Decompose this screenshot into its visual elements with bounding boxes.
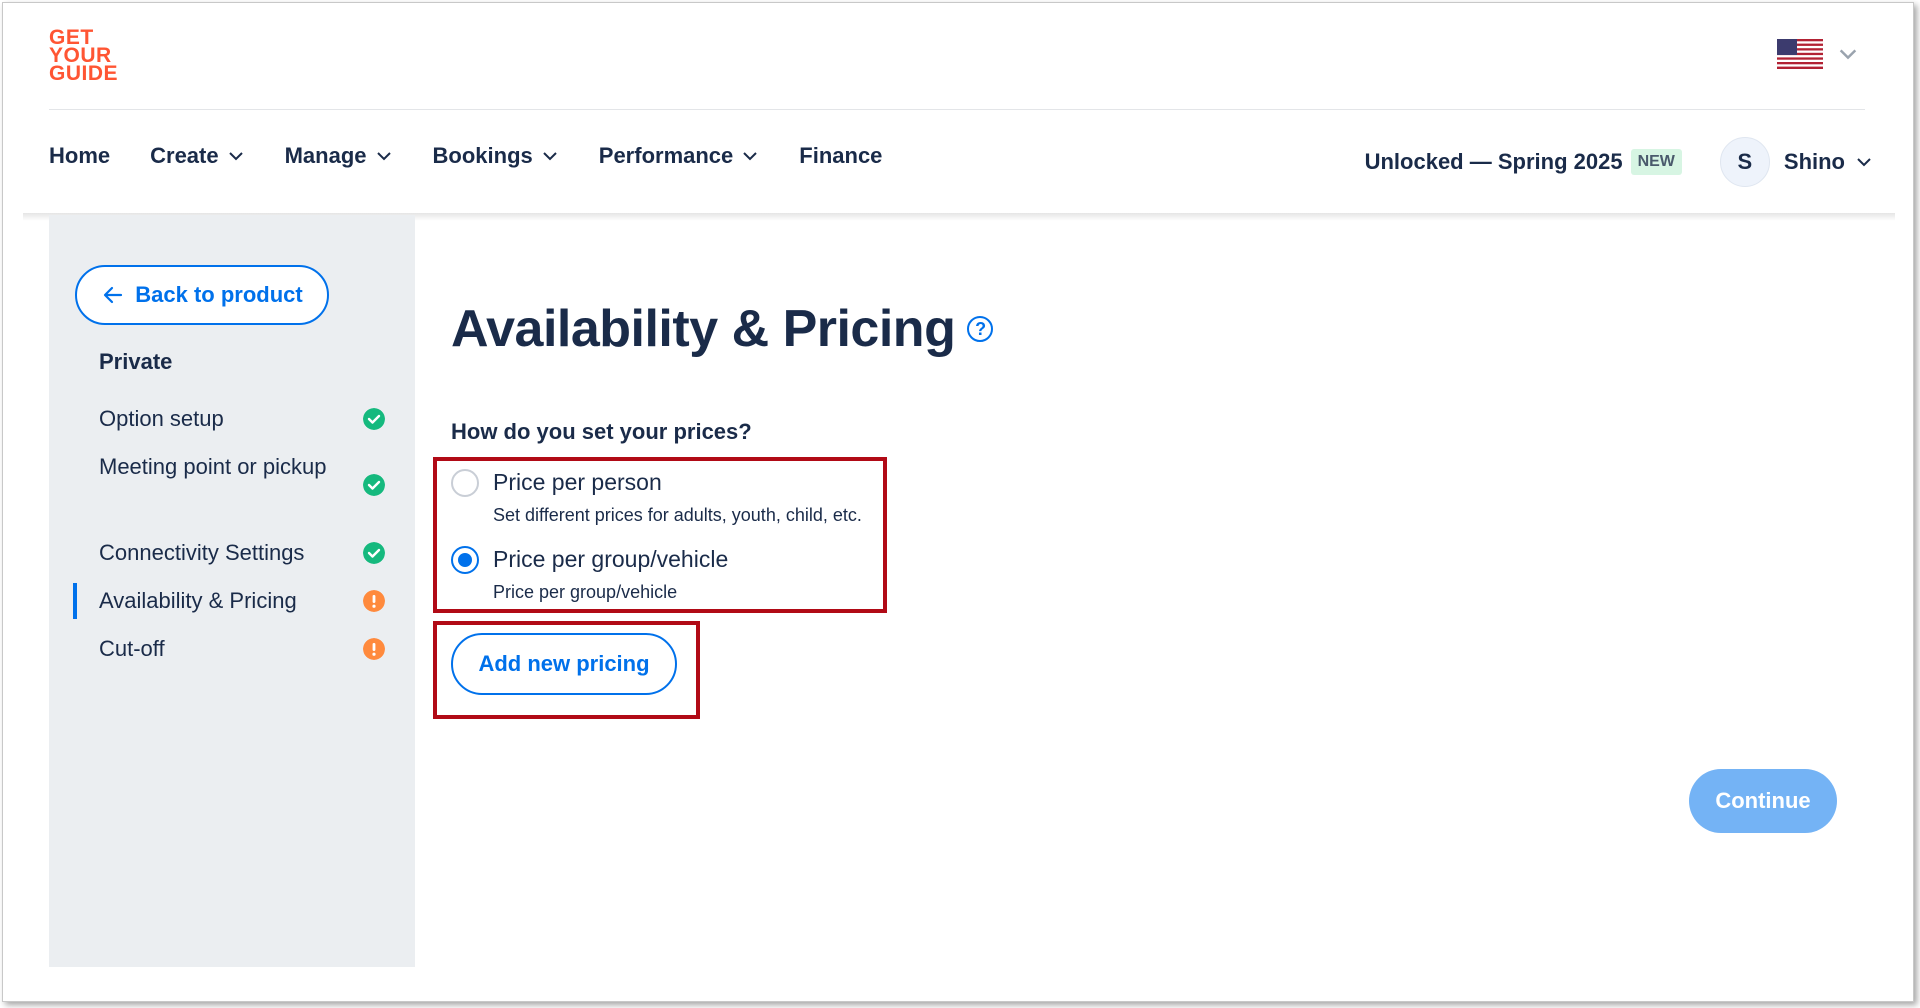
sidebar-item-connectivity[interactable]: Connectivity Settings <box>99 535 399 571</box>
app-window: GET YOUR GUIDE Home Create Manage Bookin… <box>2 2 1914 1002</box>
sidebar-item-label: Option setup <box>99 406 224 431</box>
pricing-question: How do you set your prices? <box>451 419 752 444</box>
sidebar-item-label: Connectivity Settings <box>99 540 305 565</box>
option-label: Price per person <box>493 469 662 495</box>
avatar-initial: S <box>1737 149 1753 174</box>
logo-line-3: GUIDE <box>49 62 119 85</box>
back-to-product-button[interactable]: Back to product <box>75 265 329 325</box>
nav-finance-label: Finance <box>799 143 883 168</box>
chevron-down-icon <box>1839 49 1857 60</box>
active-indicator <box>73 583 77 619</box>
option-text: Price per group/vehicle Price per group/… <box>493 544 728 603</box>
continue-button[interactable]: Continue <box>1689 769 1837 833</box>
check-circle-icon <box>363 408 385 430</box>
nav-manage-label: Manage <box>284 143 367 168</box>
sidebar-item-label: Meeting point or pickup <box>99 454 327 479</box>
promo-link[interactable]: Unlocked — Spring 2025 <box>1365 149 1623 175</box>
chevron-down-icon <box>543 152 557 161</box>
check-circle-icon <box>363 542 385 564</box>
warning-circle-icon <box>363 590 385 612</box>
new-badge: NEW <box>1630 149 1682 175</box>
sidebar: Back to product Private Option setup Mee… <box>49 215 415 967</box>
option-price-per-person[interactable]: Price per person Set different prices fo… <box>451 467 862 526</box>
sidebar-item-availability-pricing[interactable]: Availability & Pricing <box>99 583 399 619</box>
language-selector[interactable] <box>1777 39 1859 69</box>
nav-performance-label: Performance <box>598 143 734 168</box>
nav-home-label: Home <box>49 143 111 168</box>
sidebar-item-cut-off[interactable]: Cut-off <box>99 631 399 667</box>
chevron-down-icon <box>376 152 391 161</box>
chevron-down-icon[interactable] <box>1855 153 1873 171</box>
nav-performance[interactable]: Performance <box>599 143 760 169</box>
nav-home[interactable]: Home <box>49 143 110 169</box>
nav-finance[interactable]: Finance <box>799 143 882 169</box>
nav-manage[interactable]: Manage <box>285 143 393 169</box>
radio-price-per-group[interactable] <box>451 546 479 574</box>
radio-price-per-person[interactable] <box>451 469 479 497</box>
option-description: Set different prices for adults, youth, … <box>493 505 862 525</box>
nav-bookings[interactable]: Bookings <box>433 143 559 169</box>
warning-circle-icon <box>363 638 385 660</box>
avatar[interactable]: S <box>1719 137 1770 187</box>
chevron-down-icon <box>228 152 243 161</box>
check-circle-icon <box>363 474 385 496</box>
page-title: Availability & Pricing ? <box>451 299 994 359</box>
chevron-down-icon <box>743 152 757 161</box>
help-glyph: ? <box>975 318 986 339</box>
option-text: Price per person Set different prices fo… <box>493 467 862 526</box>
nav-create[interactable]: Create <box>150 143 244 169</box>
arrow-left-icon <box>104 286 123 304</box>
option-price-per-group[interactable]: Price per group/vehicle Price per group/… <box>451 544 728 603</box>
sidebar-item-label: Availability & Pricing <box>99 588 297 613</box>
sidebar-item-label: Cut-off <box>99 636 165 661</box>
add-new-pricing-button[interactable]: Add new pricing <box>451 633 677 695</box>
main-nav: Home Create Manage Bookings Performance … <box>49 143 922 169</box>
user-menu[interactable]: Shino <box>1784 149 1845 175</box>
help-icon[interactable]: ? <box>967 316 994 342</box>
option-label: Price per group/vehicle <box>493 546 729 572</box>
option-description: Price per group/vehicle <box>493 582 678 602</box>
sidebar-item-option-setup[interactable]: Option setup <box>99 401 399 437</box>
header-right: Unlocked — Spring 2025 NEW S Shino <box>1365 137 1873 187</box>
us-flag-icon <box>1777 39 1823 69</box>
back-to-product-label: Back to product <box>135 282 303 307</box>
nav-create-label: Create <box>150 143 219 168</box>
sidebar-title: Private <box>99 349 173 374</box>
header-divider <box>49 109 1865 110</box>
page-title-text: Availability & Pricing <box>451 300 956 358</box>
getyourguide-logo[interactable]: GET YOUR GUIDE <box>49 27 119 85</box>
nav-bookings-label: Bookings <box>432 143 533 168</box>
sidebar-item-meeting-point[interactable]: Meeting point or pickup <box>99 449 399 496</box>
